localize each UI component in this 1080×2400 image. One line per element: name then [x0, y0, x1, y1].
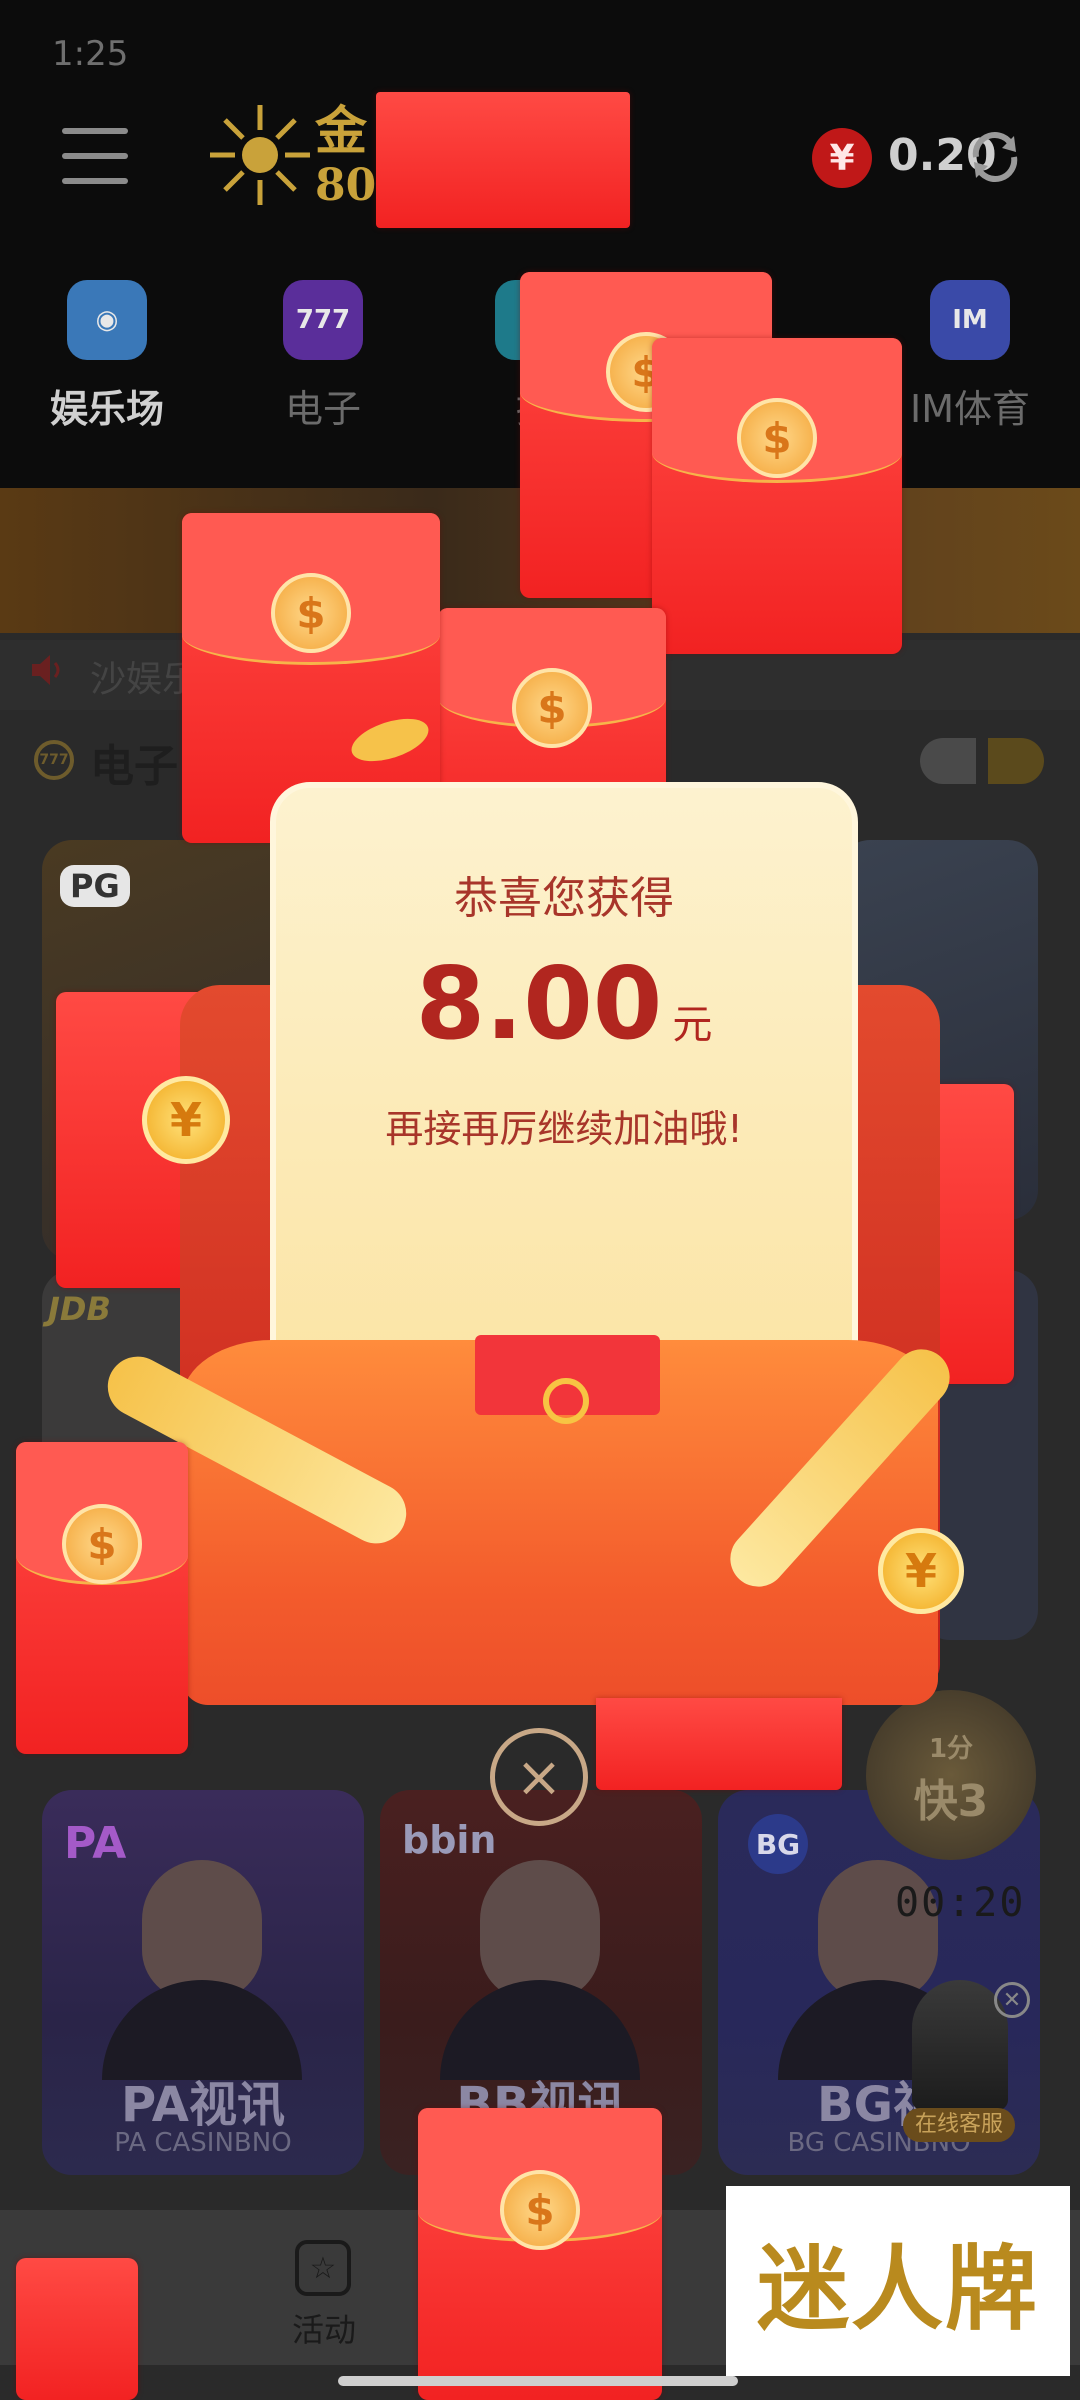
dollar-coin-icon: $ — [737, 398, 817, 478]
dollar-coin-icon: $ — [62, 1504, 142, 1584]
clasp-ring-icon — [543, 1378, 589, 1424]
dollar-coin-icon: $ — [500, 2170, 580, 2250]
tab-label: IM体育 — [910, 387, 1030, 431]
dollar-coin-icon: $ — [271, 573, 351, 653]
live-game-subtitle: PA CASINBNO — [114, 2128, 292, 2158]
brand-name: 金 — [315, 101, 368, 162]
red-envelope[interactable]: $ — [16, 1442, 188, 1754]
popup-title: 恭喜您获得 — [454, 873, 674, 924]
next-arrow-button[interactable] — [988, 738, 1044, 784]
dealer-portrait — [480, 1860, 600, 2000]
currency-icon: ¥ — [812, 128, 872, 188]
red-envelope[interactable] — [16, 2258, 138, 2400]
live-game-pa[interactable]: PA PA视讯 PA CASINBNO — [42, 1790, 364, 2175]
slot-777-icon: 777 — [283, 280, 363, 360]
speaker-icon — [28, 650, 68, 690]
close-popup-button[interactable]: × — [490, 1728, 588, 1826]
tab-slots[interactable]: 777 电子 — [258, 280, 388, 433]
prev-arrow-button[interactable] — [920, 738, 976, 784]
menu-icon[interactable] — [62, 128, 128, 184]
red-envelope[interactable]: $ — [652, 338, 902, 654]
red-envelope[interactable] — [596, 1698, 842, 1790]
yen-coin-icon: ¥ — [142, 1076, 230, 1164]
bg-logo: BG — [748, 1814, 808, 1874]
pa-logo: PA — [64, 1818, 127, 1869]
jdb-badge: JDB — [48, 1290, 111, 1328]
red-envelope[interactable]: $ — [418, 2108, 662, 2400]
watermark: 迷人牌 — [726, 2186, 1070, 2376]
close-icon[interactable]: ✕ — [994, 1982, 1030, 2018]
pg-badge: PG — [60, 865, 130, 907]
dollar-coin-icon: $ — [512, 668, 592, 748]
tab-label: 电子 — [284, 387, 361, 431]
star-icon[interactable]: ☆ — [295, 2240, 351, 2296]
nav-activity-label[interactable]: 活动 — [292, 2305, 356, 2351]
red-envelope[interactable] — [376, 92, 630, 228]
countdown-timer: 00:20 — [895, 1880, 1026, 1926]
popup-message: 再接再厉继续加油哦! — [385, 1107, 743, 1151]
tab-im-sports[interactable]: IM IM体育 — [905, 280, 1035, 433]
live-game-title: PA视讯 — [121, 2077, 285, 2133]
casino-icon: ◉ — [67, 280, 147, 360]
gesture-bar — [338, 2376, 738, 2386]
bbin-logo: bbin — [402, 1818, 497, 1862]
reward-amount: 8.00 元 — [415, 945, 713, 1062]
tab-casino[interactable]: ◉ 娱乐场 — [42, 280, 172, 433]
dealer-portrait — [142, 1860, 262, 2000]
status-time: 1:25 — [52, 34, 129, 74]
refresh-icon[interactable] — [964, 126, 1026, 188]
yen-coin-icon: ¥ — [878, 1528, 964, 1614]
im-sports-icon: IM — [930, 280, 1010, 360]
tab-label: 娱乐场 — [49, 387, 164, 431]
customer-service-label[interactable]: 在线客服 — [903, 2108, 1015, 2142]
kuai3-floating-button[interactable]: 1分 快3 — [866, 1690, 1036, 1860]
section-title: 电子 — [90, 741, 178, 792]
